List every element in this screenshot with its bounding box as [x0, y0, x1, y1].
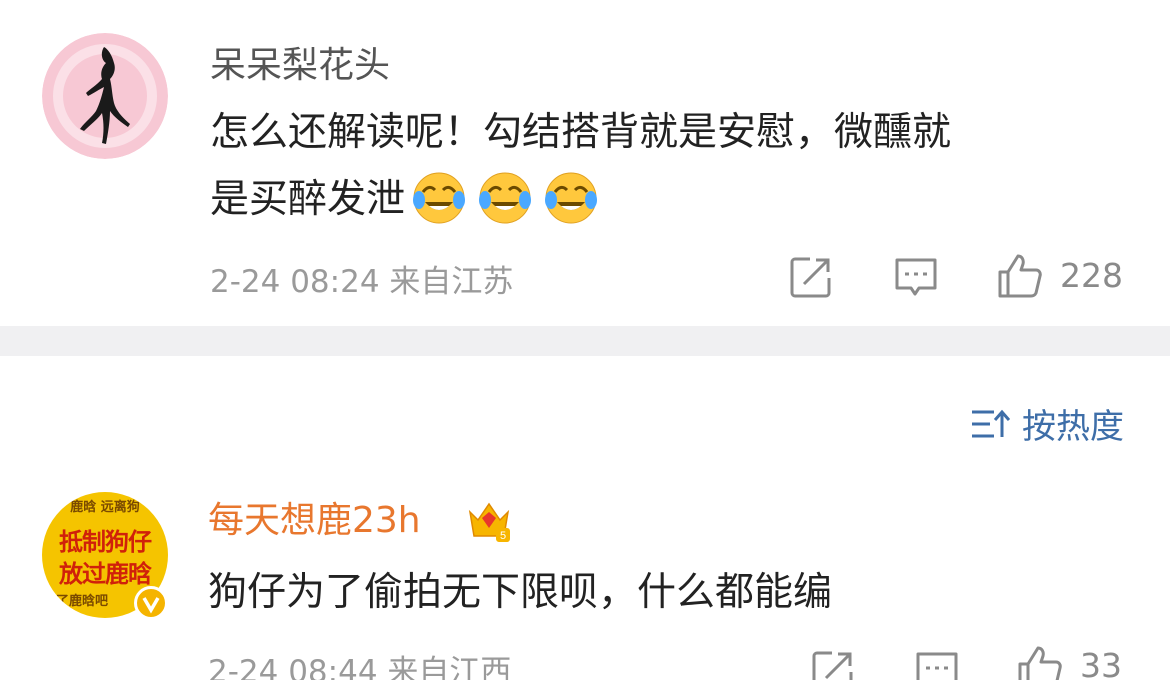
like-count: 228: [1060, 256, 1123, 295]
comment-text: 怎么还解读呢！勾结搭背就是安慰，微醺就 是买醉发泄: [210, 99, 951, 233]
sort-label: 按热度: [1022, 407, 1124, 447]
username[interactable]: 呆呆梨花头: [210, 44, 390, 88]
share-icon[interactable]: [810, 648, 856, 680]
comment-text-line-2: 是买醉发泄: [210, 166, 951, 233]
like-icon[interactable]: [996, 252, 1044, 300]
username[interactable]: 每天想鹿23h: [208, 499, 421, 543]
comment-text: 狗仔为了偷拍无下限呗，什么都能编: [208, 570, 833, 615]
share-icon[interactable]: [788, 254, 834, 300]
sort-icon: [972, 409, 1010, 437]
avatar-text: 放过鹿晗: [59, 560, 152, 588]
like-icon[interactable]: [1016, 644, 1064, 680]
avatar-text: 抵制狗仔: [59, 528, 152, 556]
avatar-text-top: 鹿晗 远离狗: [70, 500, 140, 515]
laugh-cry-emoji-icon: [479, 172, 532, 223]
comment-icon[interactable]: [914, 648, 960, 680]
comment-meta: 2-24 08:44 来自江西: [208, 654, 512, 680]
avatar-text-bottom: 了鹿晗吧: [56, 594, 109, 609]
vip-crown-icon: 5: [468, 502, 510, 542]
svg-text:5: 5: [500, 530, 506, 542]
sort-by-hot-button[interactable]: 按热度: [970, 399, 1124, 448]
avatar[interactable]: [42, 33, 168, 159]
comment-item: 呆呆梨花头 怎么还解读呢！勾结搭背就是安慰，微醺就 是买醉发泄 2-24 08:…: [0, 0, 1170, 326]
section-divider: [0, 326, 1170, 356]
comment-icon[interactable]: [893, 254, 939, 300]
laugh-cry-emoji-icon: [545, 172, 598, 223]
verified-badge-icon: [134, 586, 168, 620]
laugh-cry-emoji-icon: [413, 172, 466, 223]
comment-meta: 2-24 08:24 来自江苏: [210, 264, 514, 300]
like-count: 33: [1080, 646, 1122, 680]
comment-text-line: 怎么还解读呢！勾结搭背就是安慰，微醺就: [210, 110, 952, 155]
